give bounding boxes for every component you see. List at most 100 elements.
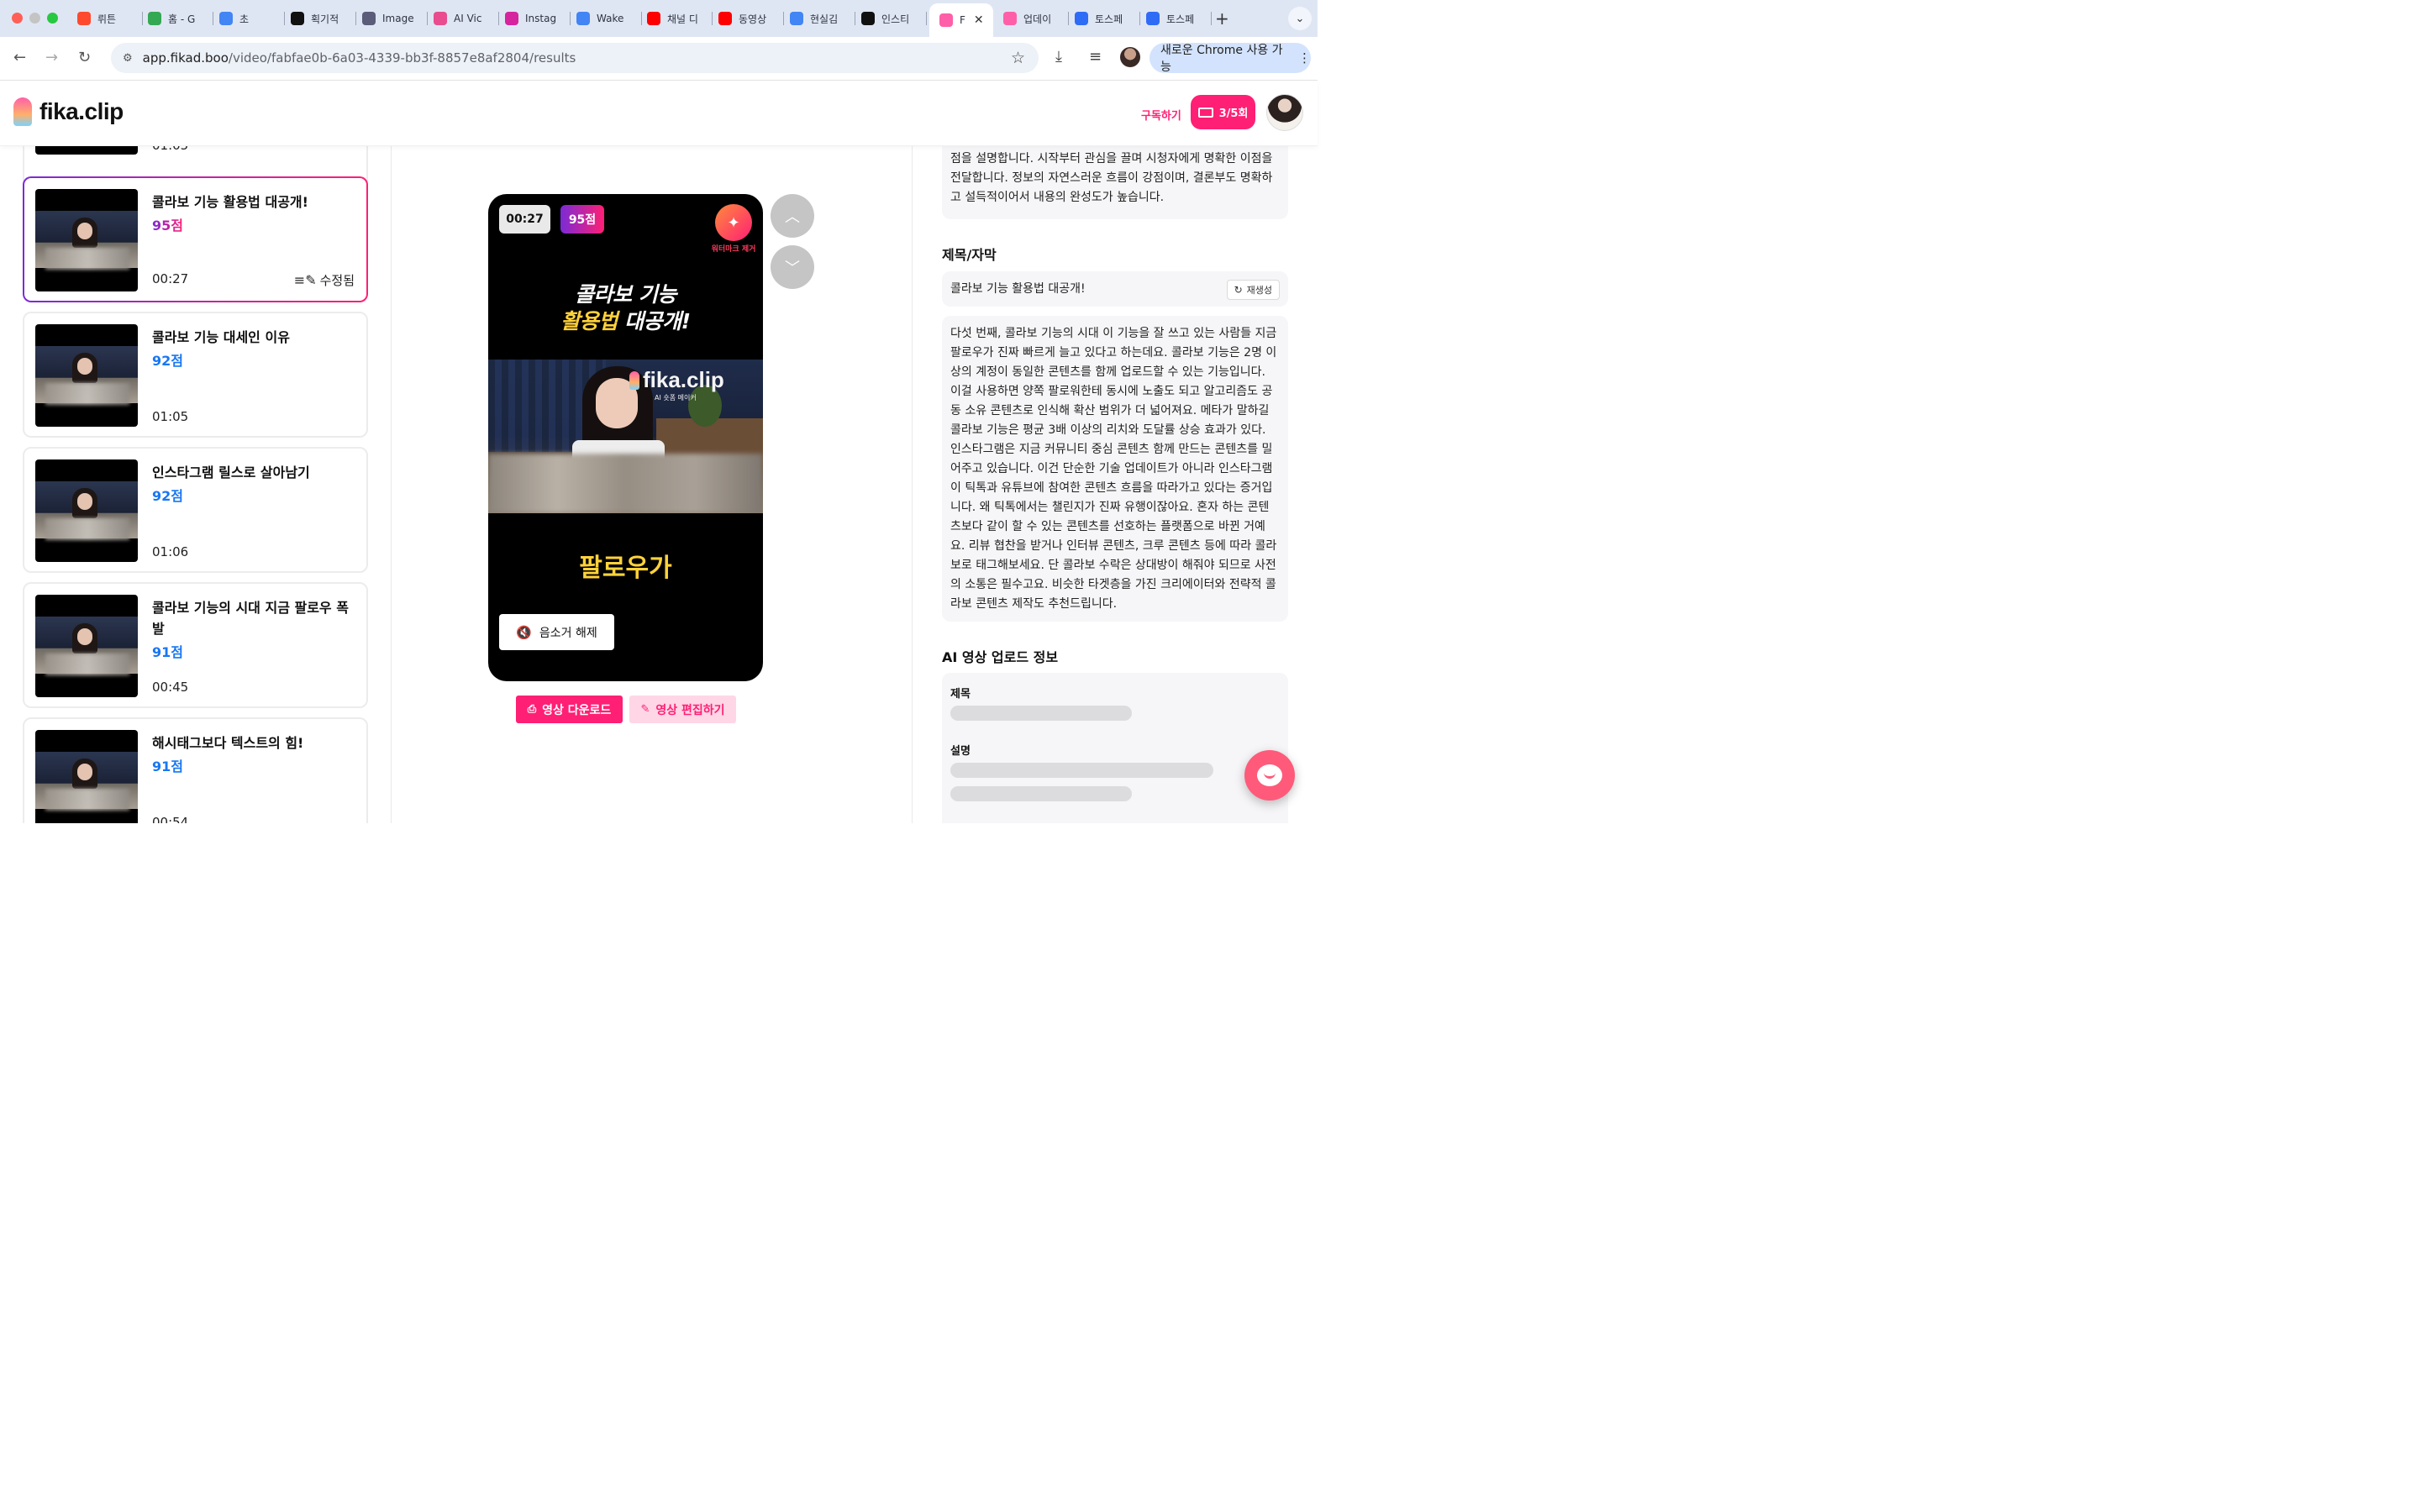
details-panel: 점을 설명합니다. 시작부터 관심을 끌며 시청자에게 명확한 이점을 전달합니… — [913, 146, 1318, 823]
clip-title: 해시태그보다 텍스트의 힘! — [152, 735, 304, 751]
back-arrow-icon[interactable]: ← — [13, 49, 26, 66]
chat-support-button[interactable] — [1244, 750, 1295, 801]
credits-button[interactable]: 3/5회 — [1191, 95, 1255, 129]
browser-tab-14[interactable]: 업데이 — [1003, 7, 1069, 30]
download-video-button[interactable]: ⎙ 영상 다운로드 — [516, 696, 623, 723]
site-settings-icon[interactable]: ⚙ — [123, 52, 133, 65]
remove-watermark-label: 워터마크 제거 — [711, 245, 756, 254]
speaker-muted-icon: 🔇 — [516, 624, 532, 640]
browser-tab-9[interactable]: 채널 디 — [647, 7, 713, 30]
browser-tab-16[interactable]: 토스페 — [1146, 7, 1212, 30]
video-watermark-logo: fika.clip AI 숏폼 메이커 — [629, 368, 724, 402]
browser-tab-2[interactable]: 홈 - G — [148, 7, 213, 30]
clip-card-3[interactable]: 인스타그램 릴스로 살아남기 92점 01:06 — [23, 447, 368, 573]
browser-tab-8[interactable]: Wake — [576, 7, 642, 30]
tab-label: Wake — [597, 13, 624, 24]
more-menu-icon[interactable]: ⋮ — [1298, 50, 1311, 66]
edit-video-button[interactable]: ✎ 영상 편집하기 — [629, 696, 736, 723]
user-avatar[interactable] — [1266, 94, 1303, 131]
tab-separator — [142, 12, 143, 25]
headline-line-1: 콜라보 기능 — [575, 282, 676, 307]
threads-icon — [861, 12, 875, 25]
browser-tab-13[interactable]: F ✕ — [929, 3, 993, 37]
browser-tab-10[interactable]: 동영상 — [718, 7, 784, 30]
upload-description-skeleton — [950, 763, 1213, 778]
download-icon[interactable]: ⤓ — [1055, 48, 1062, 66]
next-clip-button[interactable]: ﹀ — [771, 245, 814, 289]
clip-card-4[interactable]: 콜라보 기능의 시대 지금 팔로우 폭발 91점 00:45 — [23, 582, 368, 708]
browser-tab-1[interactable]: 뤼튼 — [77, 7, 143, 30]
chrome-update-button[interactable]: 새로운 Chrome 사용 가능 ⋮ — [1150, 43, 1311, 74]
browser-tab-3[interactable]: 초 — [219, 7, 285, 30]
tab-search-chevron-icon[interactable]: ⌄ — [1288, 7, 1312, 30]
edit-notes-icon: ≡✎ — [293, 272, 317, 288]
browser-tab-12[interactable]: 인스티 — [861, 7, 927, 30]
remove-watermark-button[interactable]: ✦ — [715, 204, 752, 241]
tab-separator — [1139, 12, 1140, 25]
browser-tab-4[interactable]: 획기적 — [291, 7, 356, 30]
chrome-profile-avatar[interactable] — [1120, 47, 1140, 67]
clip-card-2[interactable]: 콜라보 기능 대세인 이유 92점 01:05 — [23, 312, 368, 438]
app-header: fika.clip 구독하기 3/5회 — [0, 81, 1318, 146]
clip-card-1[interactable]: 콜라보 기능 활용법 대공개! 95점 00:27 ≡✎ 수정됨 — [23, 176, 368, 302]
instagram-icon — [505, 12, 518, 25]
regenerate-button[interactable]: ↻ 재생성 — [1226, 280, 1280, 300]
upload-description-skeleton — [950, 786, 1132, 801]
url-host: app.fikad.boo — [142, 50, 229, 66]
address-bar[interactable]: ⚙ app.fikad.boo/video/fabfae0b-6a03-4339… — [111, 43, 1039, 73]
forward-arrow-icon[interactable]: → — [45, 49, 58, 66]
unmute-button[interactable]: 🔇 음소거 해제 — [499, 614, 614, 650]
window-zoom-button[interactable] — [47, 13, 58, 24]
close-tab-icon[interactable]: ✕ — [974, 13, 984, 27]
video-time-badge: 00:27 — [499, 205, 550, 234]
clip-score: 92점 — [152, 488, 183, 504]
toss-icon — [1146, 12, 1160, 25]
subscribe-link[interactable]: 구독하기 — [1141, 107, 1181, 123]
refresh-icon: ↻ — [1234, 284, 1243, 296]
clip-score: 95점 — [152, 214, 183, 234]
new-tab-button[interactable]: + — [1215, 8, 1229, 29]
tab-label: 인스티 — [881, 13, 910, 25]
clip-thumbnail — [35, 730, 138, 823]
media-queue-icon[interactable]: ≡ — [1089, 48, 1102, 66]
video-score-badge: 95점 — [560, 205, 604, 234]
tab-label: F — [960, 14, 965, 26]
previous-clip-button[interactable]: ︿ — [771, 194, 814, 238]
browser-tab-15[interactable]: 토스페 — [1075, 7, 1140, 30]
toss-icon — [1075, 12, 1088, 25]
upload-description-label: 설명 — [950, 745, 971, 758]
tab-separator — [1211, 12, 1212, 25]
browser-tab-5[interactable]: Image — [362, 7, 428, 30]
fika-icon — [1003, 12, 1017, 25]
ai-vic-icon — [434, 12, 447, 25]
tab-label: Image — [382, 13, 414, 24]
tab-label: 채널 디 — [667, 13, 698, 25]
upload-title-skeleton — [950, 706, 1132, 721]
clip-score: 91점 — [152, 644, 183, 660]
window-minimize-button[interactable] — [29, 13, 40, 24]
unmute-label: 음소거 해제 — [539, 626, 597, 640]
browser-tab-6[interactable]: AI Vic — [434, 7, 499, 30]
clip-duration: 00:45 — [152, 680, 189, 695]
edited-label: 수정됨 — [319, 273, 355, 288]
tab-label: AI Vic — [454, 13, 482, 24]
headline-rest: 대공개! — [624, 309, 691, 333]
clip-score: 91점 — [152, 759, 183, 774]
url-text: app.fikad.boo/video/fabfae0b-6a03-4339-b… — [143, 50, 576, 66]
tab-label: Instag — [525, 13, 557, 24]
chat-bubble-icon — [1257, 764, 1282, 786]
fika-clip-logo[interactable]: fika.clip — [13, 97, 124, 126]
tab-label: 토스페 — [1095, 13, 1123, 25]
reload-icon[interactable]: ↻ — [78, 49, 91, 66]
video-preview[interactable]: 00:27 95점 ✦ 워터마크 제거 콜라보 기능 활용법 대공개! fika… — [488, 194, 763, 681]
browser-tab-11[interactable]: 현실김 — [790, 7, 855, 30]
video-watermark-subtext: AI 숏폼 메이커 — [655, 394, 697, 402]
url-path: /video/fabfae0b-6a03-4339-bb3f-8857e8af2… — [228, 50, 576, 66]
clip-card-5[interactable]: 해시태그보다 텍스트의 힘! 91점 00:54 — [23, 717, 368, 823]
window-close-button[interactable] — [12, 13, 23, 24]
chrome-update-label: 새로운 Chrome 사용 가능 — [1160, 44, 1283, 74]
title-box: 콜라보 기능 활용법 대공개! ↻ 재생성 — [942, 271, 1288, 307]
logo-text: fika.clip — [39, 98, 124, 124]
bookmark-star-icon[interactable]: ☆ — [1011, 49, 1025, 67]
browser-tab-7[interactable]: Instag — [505, 7, 571, 30]
